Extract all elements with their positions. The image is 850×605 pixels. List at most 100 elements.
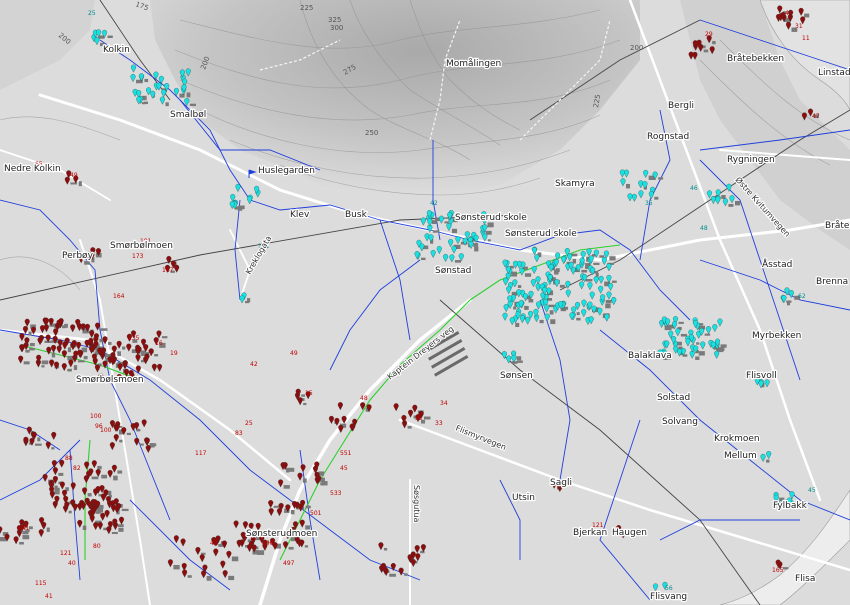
building (680, 333, 687, 337)
building (139, 443, 144, 446)
place-label: Sønsterudmoen (246, 529, 317, 539)
building (108, 341, 112, 345)
building (95, 511, 100, 514)
place-label: Sønstad (435, 266, 471, 276)
building (539, 319, 544, 324)
address-number: 88 (65, 455, 73, 462)
building (696, 342, 700, 345)
building (576, 317, 581, 321)
building (173, 564, 180, 570)
place-label: Solvang (662, 417, 698, 427)
building (87, 493, 92, 497)
place-label: Krokmoen (714, 434, 760, 444)
building (474, 246, 479, 252)
address-number: 46 (690, 185, 698, 192)
address-number: 82 (73, 465, 81, 472)
building (117, 524, 124, 528)
place-label: Perbøy (62, 251, 94, 261)
building (46, 527, 50, 532)
building (29, 342, 35, 347)
place-label: Sagli (550, 478, 572, 488)
building (245, 301, 250, 304)
building (712, 40, 716, 45)
building (454, 260, 462, 263)
place-label: Flisa (795, 574, 815, 584)
building (121, 508, 129, 512)
place-label: Fylbakk (773, 501, 808, 511)
building (150, 443, 157, 447)
building (29, 347, 35, 351)
place-label: Sønsen (500, 371, 533, 381)
building (273, 505, 280, 508)
address-number: 31 (795, 23, 803, 30)
contour-label: 200 (630, 44, 643, 52)
building (25, 349, 30, 353)
building (165, 102, 169, 107)
building (516, 356, 522, 361)
place-label: Kolkin (103, 45, 130, 55)
building (186, 92, 191, 98)
place-label: Huslegarden (258, 166, 315, 176)
building (528, 298, 534, 303)
building (154, 354, 159, 357)
building (432, 230, 440, 233)
building (84, 260, 90, 265)
place-label: Åsstad (762, 258, 792, 270)
building (77, 360, 85, 363)
address-number: 100 (90, 413, 102, 420)
building (585, 279, 593, 282)
building (67, 347, 72, 353)
address-number: 42 (210, 540, 218, 547)
place-label: Myrbekken (752, 331, 801, 341)
place-label: Skamyra (555, 179, 595, 189)
address-number: 100 (100, 427, 112, 434)
building (383, 547, 388, 551)
building (78, 181, 82, 187)
contour-label: 225 (300, 4, 313, 12)
building (487, 222, 494, 228)
place-label: Flisvoll (746, 371, 777, 381)
address-number: 48 (700, 225, 708, 232)
building (304, 545, 309, 548)
building (444, 221, 449, 224)
building (511, 361, 518, 364)
address-number: 533 (330, 490, 342, 497)
building (549, 310, 554, 315)
place-label: Bjerkan (573, 528, 607, 538)
building (605, 299, 612, 304)
building (19, 541, 24, 545)
building (407, 426, 412, 429)
building (473, 243, 479, 247)
map-canvas[interactable]: 65 49 181 173 167 164 42 135 16 19 15 49 48 25 32 33 34 8… (0, 0, 850, 605)
place-label: Linstad (818, 68, 850, 78)
address-number: 49 (290, 350, 298, 357)
address-number: 115 (35, 580, 47, 587)
address-number: 34 (440, 400, 448, 407)
address-number: 501 (310, 510, 322, 517)
building (73, 365, 78, 371)
building (117, 470, 123, 474)
map-svg[interactable]: 6549181173167164421351619154948253233348… (0, 0, 850, 605)
building (67, 368, 72, 372)
building (611, 280, 617, 283)
place-label: Rygningen (727, 155, 775, 165)
building (101, 474, 108, 479)
building (118, 527, 124, 532)
address-number: 42 (430, 200, 438, 207)
building (389, 573, 396, 577)
place-label: Momålingen (446, 58, 501, 69)
building (581, 269, 588, 273)
building (97, 465, 102, 470)
building (119, 439, 123, 443)
building (290, 510, 295, 515)
address-number: 33 (435, 420, 443, 427)
building (37, 437, 41, 442)
building (23, 361, 30, 365)
address-number: 35 (645, 200, 653, 207)
building (605, 303, 611, 309)
address-number: 47 (812, 113, 820, 120)
address-number: 15 (305, 390, 313, 397)
address-number: 167 (162, 267, 174, 274)
place-label: Nedre Kolkin (4, 164, 61, 174)
address-number: 25 (88, 10, 96, 17)
